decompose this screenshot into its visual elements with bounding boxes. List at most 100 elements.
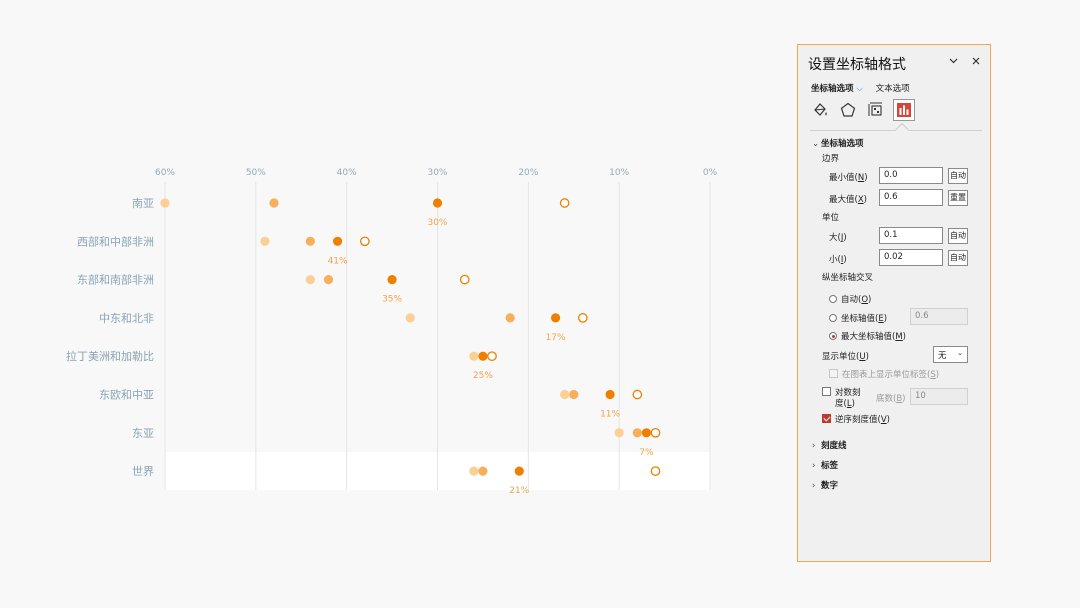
- data-label: 35%: [382, 295, 402, 305]
- data-point-dark: [514, 466, 524, 476]
- show-units-label-key: S: [930, 370, 936, 380]
- category-label: 东欧和中亚: [99, 389, 154, 402]
- minor-unit-label-key: I: [840, 255, 844, 265]
- data-label: 7%: [639, 448, 654, 458]
- log-base-key: B: [896, 394, 903, 404]
- section-tick-marks-label: 刻度线: [821, 441, 847, 451]
- data-point-medium: [305, 236, 315, 246]
- log-base-text: 底数(: [876, 394, 897, 404]
- pentagon-icon[interactable]: [837, 99, 859, 121]
- display-units-select[interactable]: 无 ⌄: [933, 346, 968, 363]
- cross-value-key: E: [878, 314, 884, 324]
- fill-bucket-icon[interactable]: [809, 99, 831, 121]
- minor-unit-input[interactable]: 0.02: [879, 249, 943, 266]
- chevron-down-icon[interactable]: [948, 55, 959, 69]
- section-axis-options[interactable]: ⌄ 坐标轴选项: [812, 137, 864, 149]
- display-units-key: U: [859, 352, 866, 362]
- dot-plot-chart: 60% 50% 40% 30% 20% 10% 0% 南亚西部和中部非洲东部和南部非洲中东和…: [66, 168, 718, 496]
- data-point-light: [305, 275, 315, 285]
- category-label: 东亚: [132, 427, 154, 440]
- pane-title: 设置坐标轴格式: [808, 57, 906, 73]
- size-properties-icon[interactable]: [865, 99, 887, 121]
- data-point-dark: [332, 236, 343, 246]
- display-units-label: 显示单位(U): [822, 352, 869, 362]
- tab-pointer: [894, 122, 910, 138]
- chevron-right-icon: ›: [812, 481, 816, 491]
- log-scale-text-2: 度(: [835, 399, 847, 409]
- x-tick-label: 60%: [155, 168, 175, 178]
- data-point-dark: [387, 275, 397, 285]
- category-label: 南亚: [132, 197, 154, 210]
- minor-unit-label: 小(I): [829, 255, 847, 265]
- x-tick-label: 40%: [337, 168, 357, 178]
- minor-unit-label-text: 小(: [829, 255, 841, 265]
- data-point-hollow: [650, 427, 661, 438]
- cross-max-key: M: [895, 332, 903, 342]
- section-labels[interactable]: › 标签: [812, 459, 838, 471]
- section-number[interactable]: › 数字: [812, 479, 838, 491]
- log-scale-key: L: [846, 399, 852, 409]
- data-label: 17%: [546, 333, 566, 343]
- cross-auto-text: 自动(: [841, 295, 862, 305]
- data-label: 25%: [473, 371, 493, 381]
- radio-selected-icon: [829, 332, 837, 340]
- x-tick-label: 10%: [609, 168, 629, 178]
- log-base-label: 底数(B): [876, 394, 906, 404]
- x-tick-label: 50%: [246, 168, 266, 178]
- min-label-key: N: [857, 173, 865, 183]
- cross-max-text: 最大坐标轴值(: [841, 332, 896, 342]
- data-point-dark: [550, 313, 561, 323]
- major-unit-label-key: J: [840, 233, 844, 243]
- category-label: 东部和南部非洲: [77, 273, 154, 287]
- major-unit-input[interactable]: 0.1: [879, 227, 943, 244]
- reverse-order-checkbox[interactable]: 逆序刻度值(V): [822, 413, 890, 425]
- major-unit-label: 大(J): [829, 233, 847, 243]
- x-tick-label: 0%: [703, 168, 718, 178]
- section-tick-marks[interactable]: › 刻度线: [812, 439, 847, 451]
- radio-icon: [829, 314, 837, 322]
- tab-text-options[interactable]: 文本选项: [876, 82, 910, 94]
- data-point-hollow: [487, 351, 497, 362]
- show-units-label-text: 在图表上显示单位标签(: [842, 370, 931, 380]
- data-point-light: [405, 313, 415, 323]
- min-bound-input[interactable]: 0.0: [879, 167, 943, 184]
- tab-axis-options[interactable]: 坐标轴选项 ⌵: [811, 82, 863, 94]
- data-point-medium: [323, 275, 334, 285]
- max-label: 最大值(X): [829, 195, 867, 205]
- chevron-down-icon: ⌵: [856, 84, 863, 94]
- vertical-axis-crosses-label: 纵坐标轴交叉: [822, 273, 874, 283]
- display-units-text: 显示单位(: [822, 352, 860, 362]
- bar-chart-icon[interactable]: [893, 99, 915, 121]
- section-number-label: 数字: [821, 481, 839, 491]
- data-point-dark: [641, 428, 652, 438]
- checkbox-icon: [829, 369, 838, 378]
- checkbox-checked-icon: [822, 414, 831, 423]
- data-label: 21%: [509, 486, 529, 496]
- data-point-medium: [569, 389, 579, 400]
- reverse-order-text: 逆序刻度值(: [835, 415, 881, 425]
- radio-icon: [829, 295, 837, 303]
- min-auto-button[interactable]: 自动: [948, 168, 968, 184]
- min-label-text: 最小值(: [829, 173, 858, 183]
- data-point-light: [469, 466, 479, 476]
- data-label: 41%: [328, 256, 348, 266]
- log-scale-label-line2: 度(L): [835, 399, 855, 409]
- major-unit-label-text: 大(: [829, 233, 841, 243]
- data-point-light: [614, 428, 624, 438]
- reverse-order-key: V: [880, 415, 887, 425]
- max-bound-input[interactable]: 0.6: [879, 189, 943, 206]
- show-units-label-checkbox: 在图表上显示单位标签(S): [829, 368, 939, 380]
- data-point-light: [260, 236, 270, 246]
- cross-auto-radio[interactable]: 自动(O): [829, 293, 871, 305]
- cross-max-radio[interactable]: 最大坐标轴值(M): [829, 330, 906, 342]
- min-label: 最小值(N): [829, 173, 868, 183]
- major-auto-button[interactable]: 自动: [948, 228, 968, 244]
- max-label-key: X: [857, 195, 864, 205]
- cross-value-radio[interactable]: 坐标轴值(E): [829, 312, 887, 324]
- section-labels-label: 标签: [821, 461, 839, 471]
- max-reset-button[interactable]: 重置: [948, 190, 968, 206]
- data-point-light: [469, 351, 479, 361]
- close-icon[interactable]: [971, 55, 981, 69]
- minor-auto-button[interactable]: 自动: [948, 250, 968, 266]
- x-tick-label: 20%: [518, 168, 538, 178]
